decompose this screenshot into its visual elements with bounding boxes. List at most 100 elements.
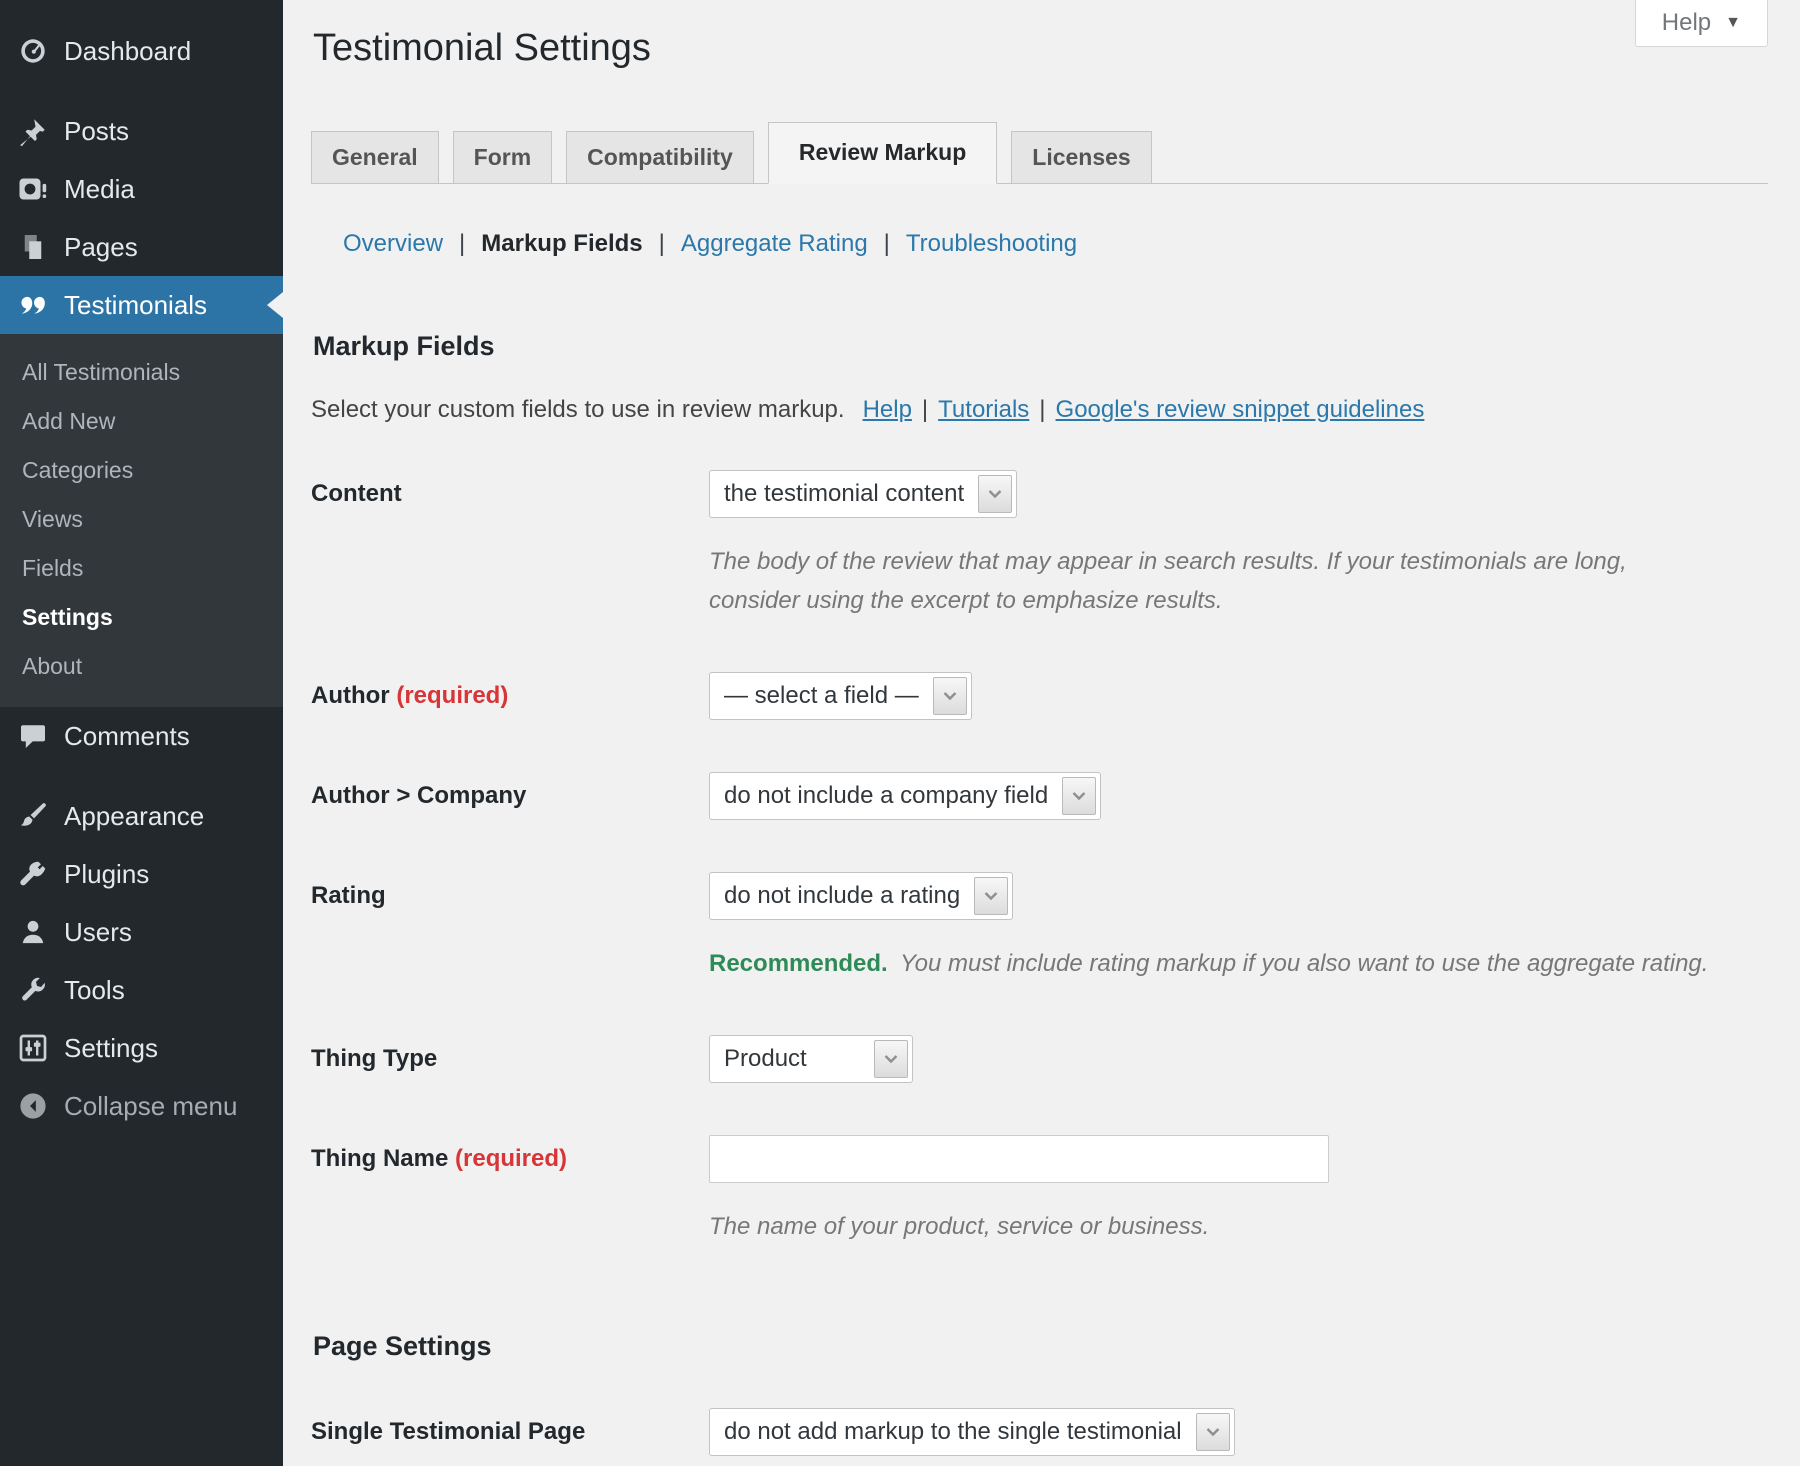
submenu-item-settings[interactable]: Settings xyxy=(0,593,283,642)
plugin-icon xyxy=(18,859,48,889)
sidebar-item-appearance[interactable]: Appearance xyxy=(0,787,283,845)
recommended-label: Recommended. xyxy=(709,950,888,977)
quote-icon xyxy=(18,290,48,320)
select-value: do not include a rating xyxy=(724,882,974,910)
submenu-item-about[interactable]: About xyxy=(0,642,283,691)
sidebar-menu: Dashboard PostsMedia Pages Testimonials All … xyxy=(0,22,283,1135)
sidebar-item-plugins[interactable]: Plugins xyxy=(0,845,283,903)
testimonials-submenu: All TestimonialsAdd NewCategoriesViewsFi… xyxy=(0,334,283,707)
sidebar-item-label: Users xyxy=(64,917,132,948)
menu-separator xyxy=(0,80,283,102)
submenu-item-views[interactable]: Views xyxy=(0,495,283,544)
subnav: Overview|Markup Fields|Aggregate Rating|… xyxy=(343,230,1768,258)
select-value: — select a field — xyxy=(724,682,933,710)
chevron-down-icon xyxy=(1062,777,1096,815)
tab-review-markup[interactable]: Review Markup xyxy=(768,122,997,184)
pushpin-icon xyxy=(18,116,48,146)
subnav-separator: | xyxy=(659,230,665,258)
thing-type-select[interactable]: Product xyxy=(709,1035,913,1083)
chevron-down-icon xyxy=(978,475,1012,513)
sidebar-item-label: Comments xyxy=(64,721,190,752)
comment-icon xyxy=(18,721,48,751)
single-testimonial-page-select[interactable]: do not add markup to the single testimon… xyxy=(709,1408,1235,1456)
chevron-down-icon xyxy=(874,1040,908,1078)
select-value: Product xyxy=(724,1045,874,1073)
caret-down-icon: ▼ xyxy=(1725,14,1741,32)
field-label-text: Content xyxy=(311,480,402,507)
submenu-item-fields[interactable]: Fields xyxy=(0,544,283,593)
intro-separator: | xyxy=(922,396,928,423)
chevron-down-icon xyxy=(933,677,967,715)
help-button[interactable]: Help ▼ xyxy=(1635,0,1768,47)
sidebar-item-settings[interactable]: Settings xyxy=(0,1019,283,1077)
tab-bar: General FormCompatibility Review Markup Lic… xyxy=(311,122,1768,184)
chevron-down-icon xyxy=(974,877,1008,915)
sidebar-item-posts[interactable]: Posts xyxy=(0,102,283,160)
field-label-text: Thing Name xyxy=(311,1145,448,1172)
user-icon xyxy=(18,917,48,947)
select-value: do not include a company field xyxy=(724,782,1062,810)
field-label-thing-name: Thing Name (required) xyxy=(311,1145,709,1173)
tab-compatibility[interactable]: Compatibility xyxy=(566,131,754,183)
intro-link-tutorials[interactable]: Tutorials xyxy=(938,396,1029,423)
pages-icon xyxy=(18,232,48,262)
field-label-author-company: Author > Company xyxy=(311,782,709,810)
sidebar-item-label: Testimonials xyxy=(64,290,207,321)
form-row-single-testimonial-page: Single Testimonial Pagedo not add markup… xyxy=(311,1408,1768,1456)
rating-select[interactable]: do not include a rating xyxy=(709,872,1013,920)
page-title: Testimonial Settings xyxy=(313,26,1768,72)
form-row-author-company: Author > Company do not include a company… xyxy=(311,772,1768,820)
sidebar-item-label: Tools xyxy=(64,975,125,1006)
required-indicator: (required) xyxy=(455,1145,567,1172)
page-settings-heading: Page Settings xyxy=(313,1330,1768,1362)
admin-sidebar: Dashboard PostsMedia Pages Testimonials All … xyxy=(0,0,283,1466)
field-description-line: consider using the excerpt to emphasize … xyxy=(709,581,1768,620)
submenu-item-categories[interactable]: Categories xyxy=(0,446,283,495)
sidebar-item-testimonials[interactable]: Testimonials xyxy=(0,276,283,334)
form-row-author: Author (required) — select a field — xyxy=(311,672,1768,720)
submenu-item-add-new[interactable]: Add New xyxy=(0,397,283,446)
intro-link-google-s-review-snippet-guidelines[interactable]: Google's review snippet guidelines xyxy=(1056,396,1425,423)
subnav-link-overview[interactable]: Overview xyxy=(343,230,443,258)
sidebar-item-users[interactable]: Users xyxy=(0,903,283,961)
field-label-text: Rating xyxy=(311,882,386,909)
intro-separator: | xyxy=(1039,396,1045,423)
tab-general[interactable]: General xyxy=(311,131,439,183)
sidebar-item-media[interactable]: Media xyxy=(0,160,283,218)
sidebar-item-label: Appearance xyxy=(64,801,204,832)
field-label-content: Content xyxy=(311,480,709,508)
intro-line: Select your custom fields to use in revi… xyxy=(311,396,1768,424)
sidebar-item-pages[interactable]: Pages xyxy=(0,218,283,276)
main-content: Help ▼ Testimonial Settings GeneralFormC… xyxy=(283,0,1800,1466)
subnav-link-aggregate-rating[interactable]: Aggregate Rating xyxy=(681,230,868,258)
tab-form[interactable]: Form xyxy=(453,131,553,183)
sidebar-item-tools[interactable]: Tools xyxy=(0,961,283,1019)
form-row-rating: Rating do not include a rating Recommended… xyxy=(311,872,1768,983)
subnav-separator: | xyxy=(884,230,890,258)
tab-licenses[interactable]: Licenses xyxy=(1011,131,1151,183)
field-description-line: Recommended. You must include rating mar… xyxy=(709,944,1768,983)
field-description: Recommended. You must include rating mar… xyxy=(709,944,1768,983)
field-label-author: Author (required) xyxy=(311,682,709,710)
field-description: The body of the review that may appear i… xyxy=(709,542,1768,620)
intro-link-help[interactable]: Help xyxy=(863,396,912,423)
author-company-select[interactable]: do not include a company field xyxy=(709,772,1101,820)
thing-name-input[interactable] xyxy=(709,1135,1329,1183)
subnav-link-markup-fields[interactable]: Markup Fields xyxy=(481,230,642,258)
field-label-rating: Rating xyxy=(311,882,709,910)
field-description: The name of your product, service or bus… xyxy=(709,1207,1768,1246)
sidebar-item-label: Pages xyxy=(64,232,138,263)
sidebar-item-collapse[interactable]: Collapse menu xyxy=(0,1077,283,1135)
select-value: do not add markup to the single testimon… xyxy=(724,1418,1196,1446)
sidebar-item-dashboard[interactable]: Dashboard xyxy=(0,22,283,80)
author-select[interactable]: — select a field — xyxy=(709,672,972,720)
sidebar-item-comments[interactable]: Comments xyxy=(0,707,283,765)
subnav-link-troubleshooting[interactable]: Troubleshooting xyxy=(906,230,1077,258)
content-select[interactable]: the testimonial content xyxy=(709,470,1017,518)
markup-fields-form: Content the testimonial content The body o… xyxy=(311,470,1768,1246)
form-row-content: Content the testimonial content The body o… xyxy=(311,470,1768,620)
markup-fields-heading: Markup Fields xyxy=(313,330,1768,362)
page-settings-form: Single Testimonial Pagedo not add markup… xyxy=(311,1408,1768,1456)
sliders-icon xyxy=(18,1033,48,1063)
submenu-item-all-testimonials[interactable]: All Testimonials xyxy=(0,348,283,397)
